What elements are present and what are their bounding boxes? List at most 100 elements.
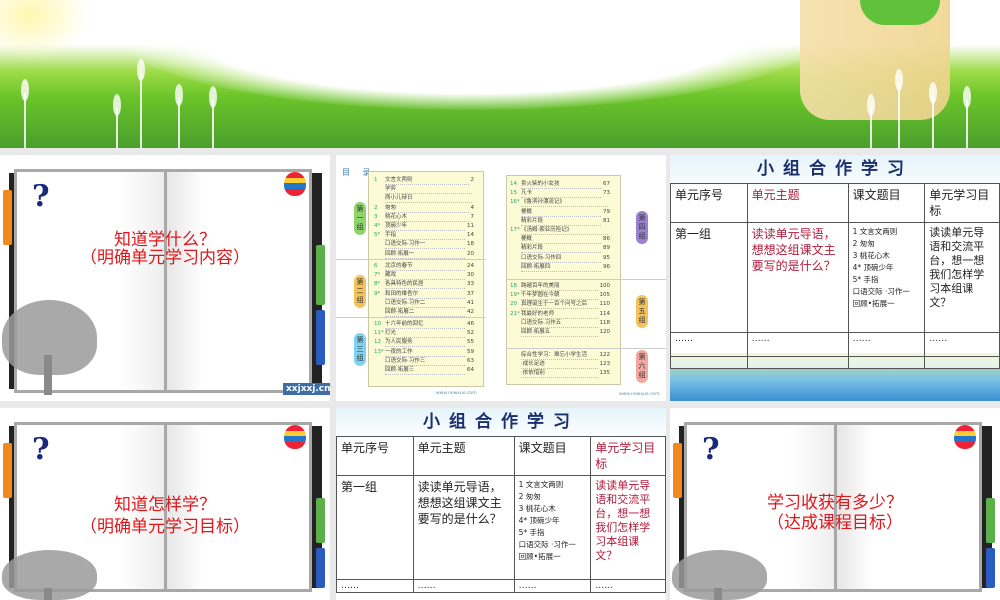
toc-entry[interactable]: 10 十六年前的回忆 46 [374, 321, 474, 329]
toc-entry[interactable]: 16* 《鲁滨孙漂流记》 [510, 199, 610, 208]
toc-entry-page: 7 [470, 213, 475, 220]
toc-entry[interactable]: 7* 藏戏 30 [374, 272, 474, 281]
toc-entry-title: 综合性学习：难忘小学生活 [521, 352, 598, 360]
ellipsis-cell: …… [670, 332, 748, 357]
right-page [164, 169, 312, 393]
toc-entry[interactable]: 回顾·拓展五 120 [510, 329, 610, 337]
toc-entry-page: 41 [467, 299, 474, 306]
table-row-empty [670, 356, 1000, 369]
ellipsis-cell: …… [924, 332, 1000, 357]
toc-divider [506, 348, 666, 349]
toc-entry-number: 20 [510, 301, 517, 308]
toc-entry[interactable]: 口语交际·习作五 118 [510, 320, 610, 328]
table-header-cell: 单元序号 [670, 183, 748, 223]
toc-entry[interactable]: 综合性学习：难忘小学生活 122 [510, 352, 610, 360]
toc-entry-title: 口语交际·习作一 [385, 241, 465, 250]
toc-entry[interactable]: 8* 各具特色的民居 33 [374, 281, 474, 290]
toc-entry-title: 灯光 [385, 330, 465, 339]
toc-entry-title: 桃花心木 [385, 214, 469, 222]
toc-entry-title: 十六年前的回忆 [385, 321, 465, 329]
table-row: 第一组 读读单元导语，想想这组课文主要写的是什么？ 1 文言文两则 2 匆匆 3 桃花心… [336, 475, 666, 580]
toc-entry[interactable]: 4* 顶碗少年 11 [374, 223, 474, 231]
toc-entry[interactable]: 回顾·拓展一 20 [374, 251, 474, 259]
ellipsis-cell: …… [746, 332, 849, 357]
slide-know-how[interactable]: ? 知道怎样学？ （明确单元学习目标） [0, 408, 330, 600]
toc-entry[interactable]: 18 跨越百年的美丽 100 [510, 283, 610, 291]
empty-cell [924, 356, 1000, 369]
toc-entry[interactable]: ·依依惜别 135 [510, 370, 610, 379]
toc-entry[interactable]: 2 匆匆 4 [374, 205, 474, 213]
toc-entry-number [374, 358, 385, 366]
toc-entry-page: 96 [603, 263, 610, 270]
toc-entry-title: 精彩片段 [521, 218, 601, 226]
toc-entry[interactable]: ·成长足迹 123 [510, 361, 610, 370]
slide-know-what[interactable]: ? 知道学什么？ （明确单元学习内容） xxjxxj.cn [0, 155, 330, 401]
toc-entry-title: 两小儿辩日 [385, 195, 472, 204]
toc-entry-number: 11* [374, 330, 384, 337]
toc-entry-page: 52 [467, 330, 474, 337]
toc-entry[interactable]: 9* 和田的维吾尔 37 [374, 291, 474, 299]
toc-entry-title: 和田的维吾尔 [385, 291, 465, 299]
toc-entry[interactable]: 20 真理诞生于一百个问号之后 110 [510, 301, 610, 310]
toc-entry[interactable]: 梗概 86 [510, 236, 610, 245]
toc-entry-title: 跨越百年的美丽 [521, 283, 598, 291]
toc-entry[interactable]: 12 为人民服务 55 [374, 339, 474, 348]
slide-table-of-contents[interactable]: 目 录 www.newxue.com www.newxue.com 第一组 1 文言文两则… [336, 155, 666, 401]
slide-group-study-table-1[interactable]: 小组合作学习 单元序号 单元主题 课文题目 单元学习目标 第一组 读读单元导语，想想这组课文… [670, 155, 1000, 401]
toc-entry-page: 2 [470, 177, 475, 183]
slide-learning-gains[interactable]: ? 学习收获有多少？ （达成课程目标） [670, 408, 1000, 600]
lesson-item: 口语交际 ·习作一 [852, 287, 910, 296]
toc-entry-number: 5* [374, 232, 381, 239]
lesson-item: 2 匆匆 [518, 492, 541, 501]
toc-entry[interactable]: 1 文言文两则 2 [374, 177, 474, 185]
toc-entry-number: 17* [510, 227, 520, 233]
toc-entry[interactable]: 回顾·拓展二 42 [374, 309, 474, 317]
toc-entry-number [510, 209, 521, 217]
toc-entry[interactable]: 19* 千年梦圆在今朝 105 [510, 292, 610, 301]
toc-entry[interactable]: 学弈 [374, 186, 474, 195]
toc-entry-number [510, 352, 521, 360]
toc-entry[interactable]: 15 凡卡 73 [510, 190, 610, 199]
lesson-item: 4* 顶碗少年 [518, 516, 560, 525]
toc-entry[interactable]: 11* 灯光 52 [374, 330, 474, 339]
grass-stalk [21, 79, 29, 148]
tree-trunk [714, 588, 722, 600]
tree-trunk [44, 588, 52, 600]
goal-cell: 读读单元导语和交流平台，想一想我们怎样学习本组课文？ [590, 475, 666, 580]
banner-image [0, 0, 1000, 148]
toc-entry[interactable]: 17* 《汤姆·索亚历险记》 [510, 227, 610, 235]
goal-cell: 读读单元导语和交流平台，想一想我们怎样学习本组课文？ [924, 222, 1000, 333]
toc-entry[interactable]: 21* 我最好的老师 114 [510, 311, 610, 319]
toc-entry-page: 120 [599, 329, 611, 335]
ellipsis-cell: …… [336, 579, 414, 593]
toc-entry[interactable]: 回顾·拓展三 64 [374, 367, 474, 375]
toc-entry[interactable]: 精彩片段 89 [510, 245, 610, 254]
toc-entry-number: 12 [374, 339, 381, 346]
toc-entry[interactable]: 口语交际·习作四 95 [510, 255, 610, 263]
grass-stalk [137, 59, 145, 148]
toc-entry-title: 我最好的老师 [521, 311, 598, 319]
toc-entry-number [374, 195, 385, 203]
table-header-cell: 单元学习目标 [590, 436, 666, 476]
toc-entry[interactable]: 两小儿辩日 [374, 195, 474, 204]
toc-entry[interactable]: 口语交际·习作一 18 [374, 241, 474, 250]
toc-divider [336, 317, 486, 318]
toc-entry[interactable]: 口语交际·习作二 41 [374, 300, 474, 308]
toc-entry[interactable]: 13* 一夜的工作 59 [374, 349, 474, 357]
toc-entry[interactable]: 3 桃花心木 7 [374, 214, 474, 222]
toc-entry[interactable]: 5* 手指 14 [374, 232, 474, 241]
toc-entry[interactable]: 精彩片段 81 [510, 218, 610, 226]
toc-divider [336, 259, 486, 260]
toc-entry-page: 46 [467, 321, 474, 327]
toc-entry[interactable]: 6 北京的春节 24 [374, 263, 474, 271]
toc-entry-page: 24 [467, 263, 474, 269]
toc-entry-page: 86 [603, 236, 610, 243]
toc-entry-title: 口语交际·习作五 [521, 320, 598, 328]
slide-group-study-table-2[interactable]: 小组合作学习 单元序号 单元主题 课文题目 单元学习目标 第一组 读读单元导语，想想这组课文… [336, 408, 666, 600]
toc-entry[interactable]: 口语交际·习作三 63 [374, 358, 474, 366]
toc-entry[interactable]: 回顾·拓展四 96 [510, 264, 610, 272]
toc-entry-page: 118 [599, 319, 611, 326]
toc-entry[interactable]: 14 卖火柴的小女孩 67 [510, 181, 610, 189]
toc-entry-title: 各具特色的民居 [385, 281, 465, 290]
toc-entry[interactable]: 梗概 79 [510, 209, 610, 217]
